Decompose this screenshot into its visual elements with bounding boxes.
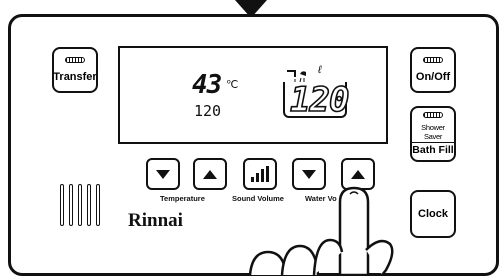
temperature-unit: ℃ [226,79,239,91]
clock-button[interactable]: Clock [410,190,456,238]
speaker-grille-bar [87,184,91,226]
up-arrow-icon [203,169,217,179]
temperature-up-button[interactable] [193,158,227,190]
volume-unit: ℓ [318,64,322,76]
temperature-down-button[interactable] [146,158,180,190]
transfer-label: Transfer [53,71,97,83]
clock-label: Clock [418,208,448,220]
bath-fill-label: Bath Fill [412,142,454,156]
small-readout: 120 [194,102,222,120]
volume-readout: 120 [289,79,350,121]
transfer-button[interactable]: Transfer [52,47,98,93]
on-off-label: On/Off [415,71,451,83]
speaker-grille-bar [96,184,100,226]
hand-icon [248,186,394,275]
shower-saver-bath-fill-button[interactable]: Shower Saver Bath Fill [410,106,456,162]
brand-logo: Rinnai [128,210,183,231]
on-off-button[interactable]: On/Off [410,47,456,93]
indicator-lamp-icon [423,57,443,63]
speaker-grille-bar [78,184,82,226]
speaker-grille-bar [60,184,64,226]
indicator-lamp-icon [423,112,443,118]
shower-saver-label: Shower Saver [421,123,445,141]
down-arrow-icon [302,169,316,179]
lcd-display: 43 ℃ 120 ℓ 120 [118,46,388,144]
speaker-grille-bar [69,184,73,226]
down-arrow-icon [156,169,170,179]
indicator-lamp-icon [65,57,85,63]
temperature-label: Temperature [160,194,205,203]
temperature-readout: 43 [192,70,222,100]
up-arrow-icon [351,169,365,179]
